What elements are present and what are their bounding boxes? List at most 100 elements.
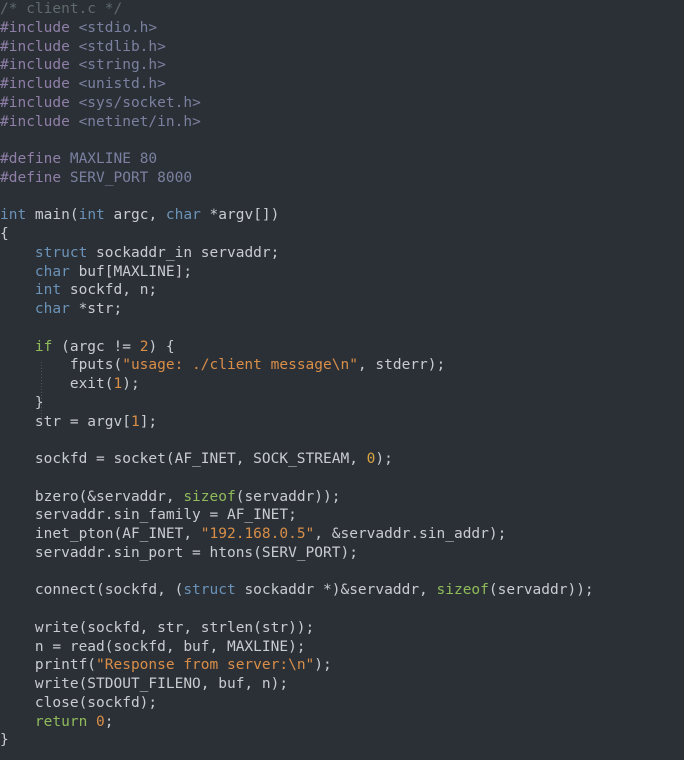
code-line: return 0; <box>0 713 594 732</box>
code-line: #include <netinet/in.h> <box>0 113 594 132</box>
code-line: bzero(&servaddr, sizeof(servaddr)); <box>0 488 594 507</box>
code-token: inet_pton(AF_INET, <box>0 526 201 542</box>
code-token: (argc != <box>52 338 140 355</box>
code-line: #include <sys/socket.h> <box>0 94 594 113</box>
code-line: #include <stdlib.h> <box>0 38 594 57</box>
code-line: #include <unistd.h> <box>0 75 594 94</box>
code-line: #define MAXLINE 80 <box>0 150 594 169</box>
code-token: sizeof <box>183 488 236 505</box>
code-token: fputs( <box>0 357 123 374</box>
code-token: #include <box>0 76 70 92</box>
code-token: connect(sockfd, ( <box>0 582 184 599</box>
code-line: exit(1); <box>0 375 594 394</box>
code-line: /* client.c */ <box>0 0 594 19</box>
code-line: int main(int argc, char *argv[]) <box>0 206 594 225</box>
code-line: } <box>0 731 594 750</box>
code-token: sockfd, n; <box>61 282 158 299</box>
code-token: ); <box>314 657 332 674</box>
code-token: /* client.c */ <box>0 1 123 17</box>
code-token: SERV_PORT <box>69 169 149 186</box>
code-token: int <box>78 207 105 224</box>
code-token: char <box>34 263 70 280</box>
code-token: (servaddr)); <box>488 582 594 599</box>
code-line: int sockfd, n; <box>0 281 594 300</box>
code-line: str = argv[1]; <box>0 413 594 432</box>
code-line: connect(sockfd, (struct sockaddr *)&serv… <box>0 581 594 600</box>
code-token: 0 <box>96 713 105 730</box>
code-line: #include <stdio.h> <box>0 19 594 38</box>
code-line: printf("Response from server:\n"); <box>0 656 594 675</box>
code-token: <netinet/in.h> <box>78 113 201 130</box>
code-line: close(sockfd); <box>0 694 594 713</box>
code-token: #include <box>0 19 70 36</box>
code-token: 1 <box>113 376 123 392</box>
code-line: char *str; <box>0 300 594 319</box>
code-token: <unistd.h> <box>78 76 166 92</box>
code-token: struct <box>34 244 88 261</box>
code-token: 80 <box>139 151 158 167</box>
code-token: servaddr.sin_port = htons(SERV_PORT); <box>0 544 358 561</box>
code-token: sockaddr_in servaddr; <box>87 244 280 261</box>
code-line: sockfd = socket(AF_INET, SOCK_STREAM, 0)… <box>0 450 594 469</box>
code-token: *str; <box>69 301 123 317</box>
code-token: bzero(&servaddr, <box>0 488 184 505</box>
code-line: } <box>0 394 594 413</box>
code-token: #define <box>0 151 62 167</box>
code-line: inet_pton(AF_INET, "192.168.0.5", &serva… <box>0 525 594 544</box>
code-token: "usage: ./client message\n" <box>122 357 358 374</box>
code-token: #include <box>0 113 70 130</box>
code-line: char buf[MAXLINE]; <box>0 263 594 282</box>
code-line: n = read(sockfd, buf, MAXLINE); <box>0 638 594 657</box>
code-token: write(sockfd, str, strlen(str)); <box>0 619 315 636</box>
code-token: } <box>0 394 44 411</box>
code-token: sockaddr *)&servaddr, <box>235 582 437 599</box>
code-line: servaddr.sin_family = AF_INET; <box>0 506 594 525</box>
code-token: int <box>0 207 27 224</box>
code-token: 8000 <box>157 169 193 186</box>
code-token: close(sockfd); <box>0 694 158 711</box>
source-code-block[interactable]: /* client.c */#include <stdio.h> #include… <box>0 0 594 750</box>
code-token: servaddr.sin_family = AF_INET; <box>0 507 297 524</box>
code-line: write(sockfd, str, strlen(str)); <box>0 619 594 638</box>
code-token: , stderr); <box>357 357 446 374</box>
code-token: <stdlib.h> <box>78 38 166 55</box>
code-token: "192.168.0.5" <box>200 526 315 542</box>
code-token: <sys/socket.h> <box>78 94 201 111</box>
code-editor-viewport[interactable]: /* client.c */#include <stdio.h> #include… <box>0 0 684 760</box>
code-token: } <box>0 732 9 749</box>
code-token: #include <box>0 57 70 74</box>
code-token: ) { <box>148 338 175 355</box>
code-line: fputs("usage: ./client message\n", stder… <box>0 356 594 375</box>
code-token: sockfd = socket(AF_INET, SOCK_STREAM, <box>0 451 367 467</box>
code-line: #define SERV_PORT 8000 <box>0 169 594 188</box>
code-line: { <box>0 225 594 244</box>
code-token: "Response from server:\n" <box>96 657 315 674</box>
code-token: sizeof <box>436 582 489 599</box>
code-token: main( <box>26 207 79 224</box>
code-token: #define <box>0 169 62 186</box>
code-token: n = read(sockfd, buf, MAXLINE); <box>0 638 306 655</box>
code-token: , &servaddr.sin_addr); <box>314 526 507 542</box>
code-token: buf[MAXLINE]; <box>69 263 193 280</box>
code-token: exit( <box>0 376 114 392</box>
code-token: write(STDOUT_FILENO, buf, n); <box>0 676 289 692</box>
